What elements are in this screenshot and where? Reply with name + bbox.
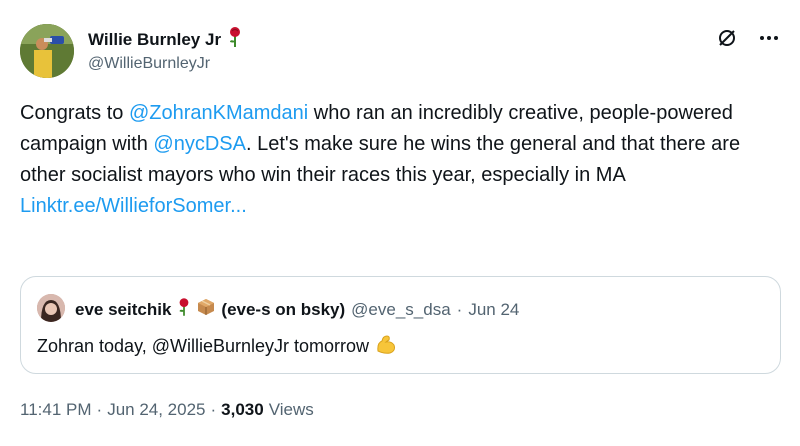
grok-icon[interactable] [716, 27, 738, 49]
tweet-text-part: Congrats to [20, 102, 129, 124]
quote-author-avatar[interactable] [37, 294, 65, 322]
footer-separator: · [96, 400, 103, 419]
quote-author-name-suffix[interactable]: (eve-s on bsky) [221, 300, 345, 320]
author-name[interactable]: Willie Burnley Jr [88, 27, 243, 52]
flexed-bicep-icon [375, 333, 397, 360]
tweet-footer: 11:41 PM · Jun 24, 2025 · 3,030 Views [20, 400, 314, 420]
quote-date[interactable]: Jun 24 [468, 300, 519, 320]
mention-link[interactable]: @nycDSA [153, 133, 246, 155]
author-name-text: Willie Burnley Jr [88, 29, 222, 49]
quote-tweet-card[interactable]: eve seitchik (eve-s on bsky) @eve_s_dsa … [20, 276, 781, 374]
author-handle[interactable]: @WillieBurnleyJr [88, 55, 210, 73]
quote-author-name[interactable]: eve seitchik [75, 300, 171, 320]
quote-text-content: Zohran today, @WillieBurnleyJr tomorrow [37, 336, 370, 356]
quote-text: Zohran today, @WillieBurnleyJr tomorrow [37, 333, 397, 360]
mention-link[interactable]: @ZohranKMamdani [129, 102, 308, 124]
quote-header: eve seitchik (eve-s on bsky) @eve_s_dsa … [75, 298, 519, 321]
rose-icon [227, 27, 243, 52]
tweet-text: Congrats to @ZohranKMamdani who ran an i… [20, 98, 780, 222]
footer-separator: · [210, 400, 217, 419]
views-count: 3,030 [221, 400, 264, 419]
tweet-actions-top [716, 27, 780, 49]
tweet-date[interactable]: Jun 24, 2025 [107, 400, 205, 420]
quote-handle[interactable]: @eve_s_dsa [351, 300, 451, 320]
quote-separator: · [456, 299, 463, 319]
rose-icon [177, 298, 191, 321]
package-icon [197, 298, 215, 321]
views-label: Views [268, 400, 314, 419]
more-options-icon[interactable] [758, 27, 780, 49]
author-avatar[interactable] [20, 24, 74, 78]
external-link[interactable]: Linktr.ee/WillieforSomer... [20, 195, 247, 217]
tweet-time[interactable]: 11:41 PM [20, 400, 92, 420]
